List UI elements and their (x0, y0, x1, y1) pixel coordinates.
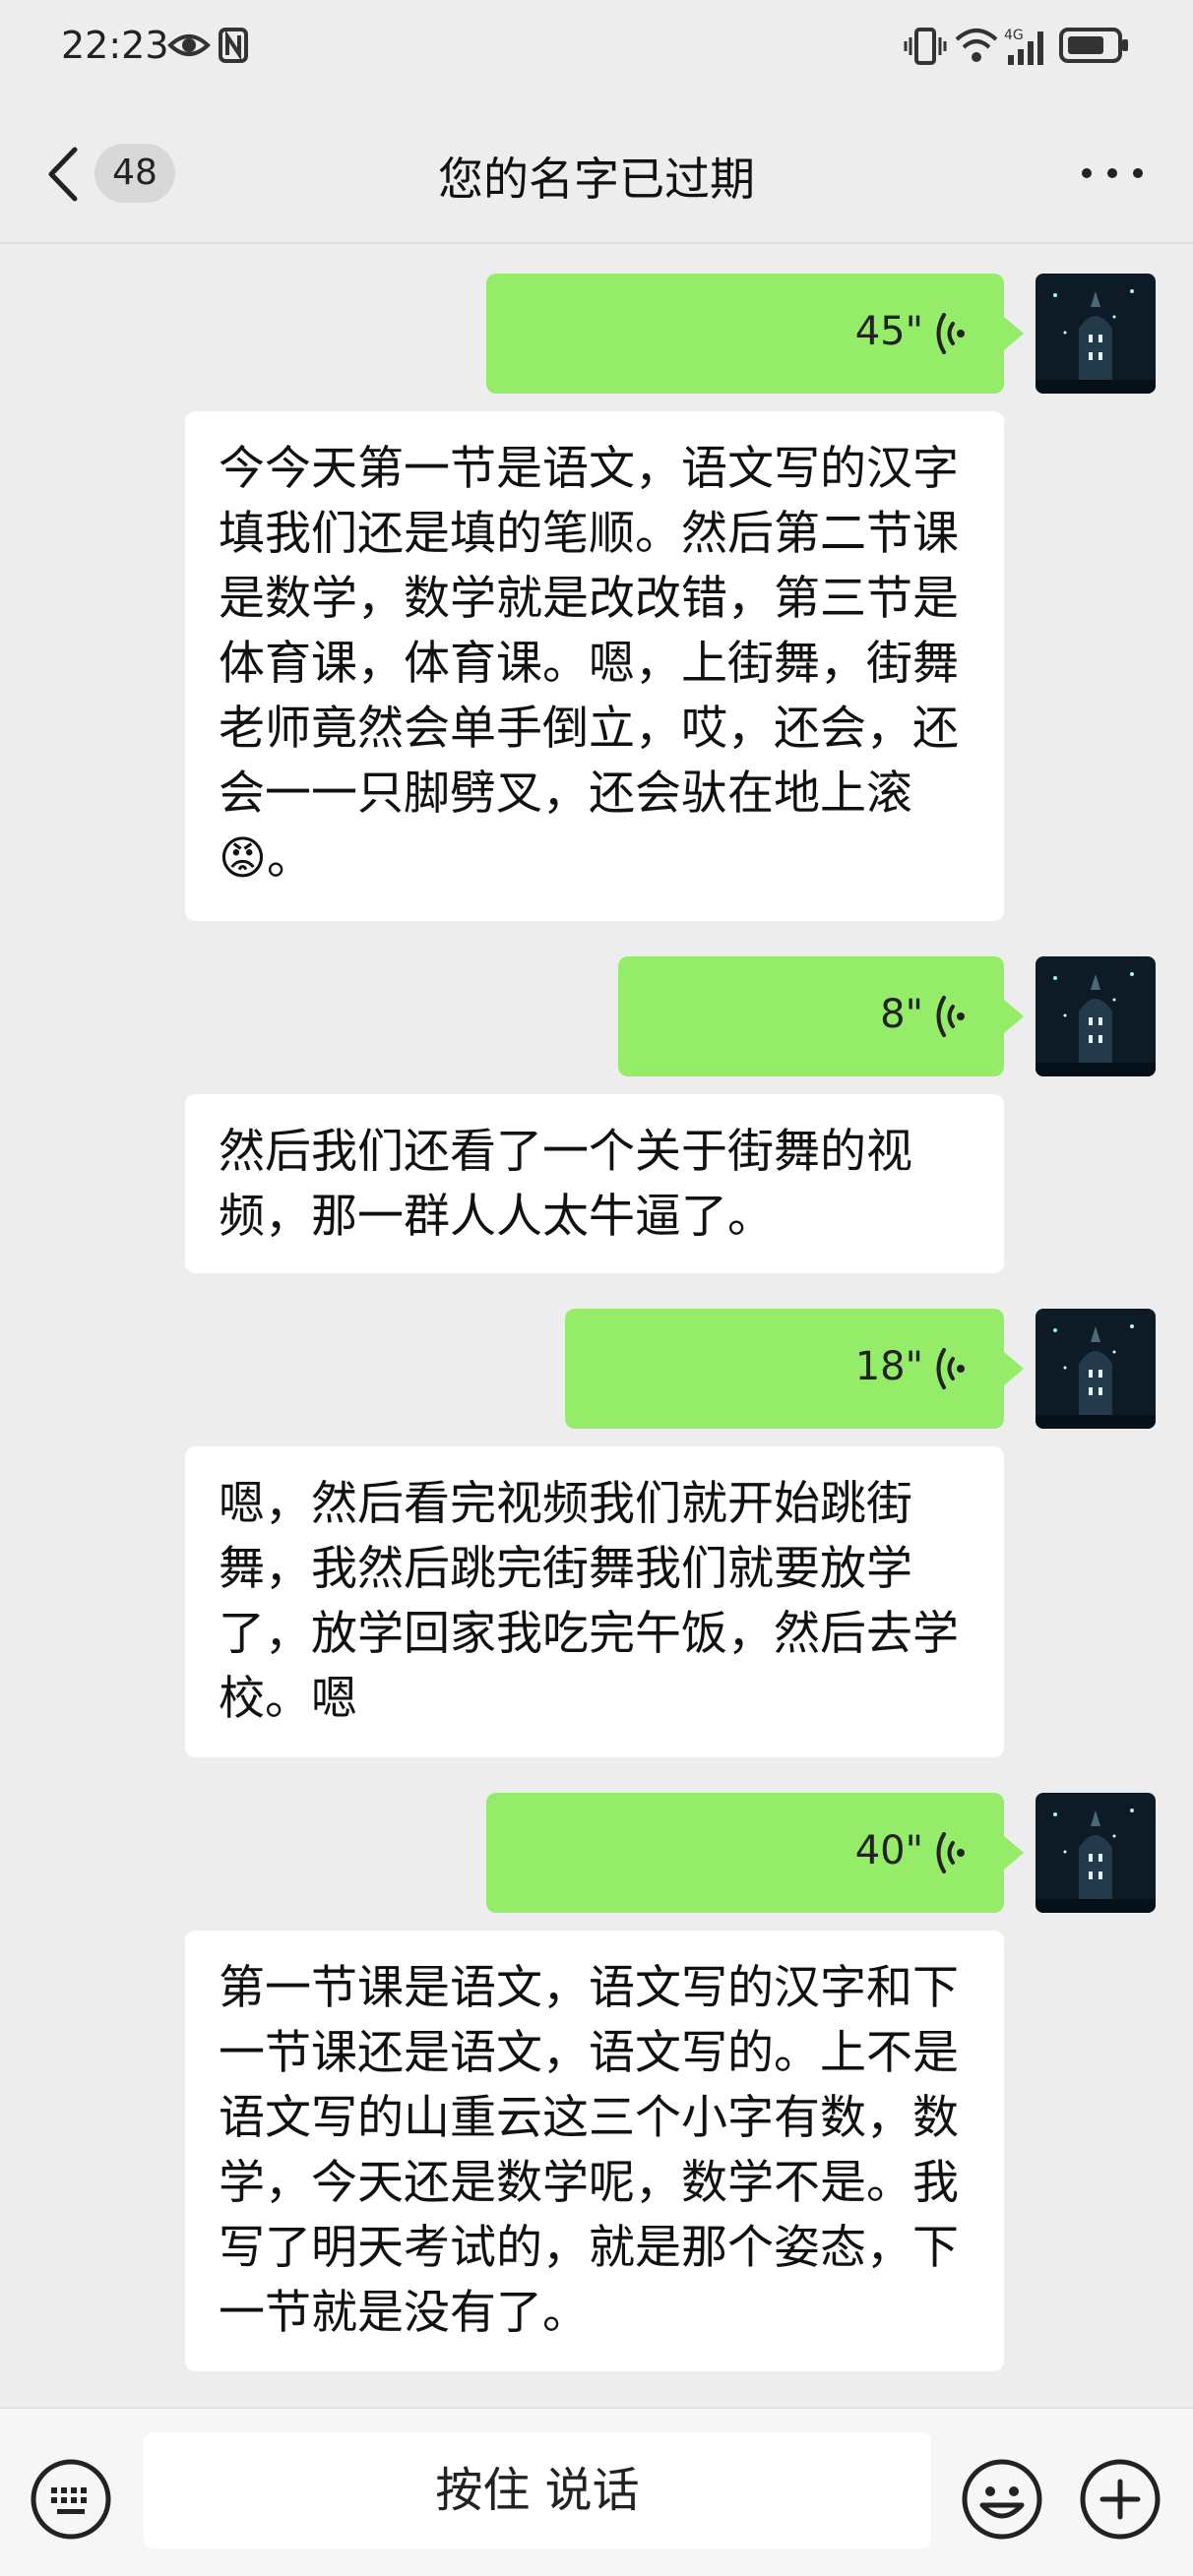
battery-icon (1059, 28, 1128, 63)
voice-wave-icon (936, 1832, 965, 1873)
voice-wave-icon (936, 313, 965, 354)
voice-duration: 8" (880, 992, 923, 1037)
voice-wave-icon (936, 996, 965, 1037)
chat-title: 您的名字已过期 (438, 153, 755, 206)
avatar-image (1036, 1309, 1156, 1429)
more-options-icon[interactable] (1073, 144, 1152, 203)
voice-duration: 18" (854, 1344, 923, 1389)
voice-wave-icon (936, 1348, 965, 1389)
status-time: 22:23 (61, 24, 169, 67)
nfc-icon (219, 28, 248, 63)
voice-message-bubble[interactable]: 8" (618, 956, 1024, 1076)
plus-icon[interactable] (1079, 2458, 1162, 2541)
voice-message-bubble[interactable]: 18" (565, 1309, 1024, 1429)
unread-count-badge[interactable]: 48 (94, 144, 175, 203)
header-divider (0, 242, 1193, 244)
voice-duration: 45" (854, 309, 923, 354)
signal-4g-icon: 4G (1004, 28, 1043, 65)
wifi-icon (955, 29, 998, 62)
voice-transcript: 嗯，然后看完视频我们就开始跳街舞，我然后跳完街舞我们就要放学了，放学回家我吃完午… (185, 1446, 1004, 1757)
avatar[interactable] (1036, 1309, 1156, 1429)
hold-to-talk-button[interactable]: 按住 说话 (144, 2432, 931, 2548)
voice-duration: 40" (854, 1828, 923, 1873)
avatar-image (1036, 1793, 1156, 1913)
svg-text:4G: 4G (1004, 28, 1024, 43)
voice-transcript: 第一节课是语文，语文写的汉字和下一节课还是语文，语文写的。上不是语文写的山重云这… (185, 1931, 1004, 2371)
avatar[interactable] (1036, 956, 1156, 1076)
input-bar: 按住 说话 (0, 2407, 1193, 2576)
voice-transcript: 今今天第一节是语文，语文写的汉字填我们还是填的笔顺。然后第二节课是数学，数学就是… (185, 411, 1004, 921)
status-bar: 22:23 4G (0, 0, 1193, 98)
avatar-image (1036, 274, 1156, 394)
emoji-icon[interactable] (961, 2458, 1043, 2541)
voice-message-bubble[interactable]: 40" (486, 1793, 1024, 1913)
voice-transcript: 然后我们还看了一个关于街舞的视频，那一群人人太牛逼了。 (185, 1094, 1004, 1273)
voice-message-bubble[interactable]: 45" (486, 274, 1024, 394)
eye-icon (167, 34, 211, 56)
keyboard-icon[interactable] (30, 2458, 112, 2541)
avatar[interactable] (1036, 274, 1156, 394)
vibrate-icon (904, 28, 947, 65)
back-arrow-icon[interactable] (39, 140, 89, 209)
avatar[interactable] (1036, 1793, 1156, 1913)
avatar-image (1036, 956, 1156, 1076)
chat-header: 您的名字已过期 48 (0, 108, 1193, 236)
